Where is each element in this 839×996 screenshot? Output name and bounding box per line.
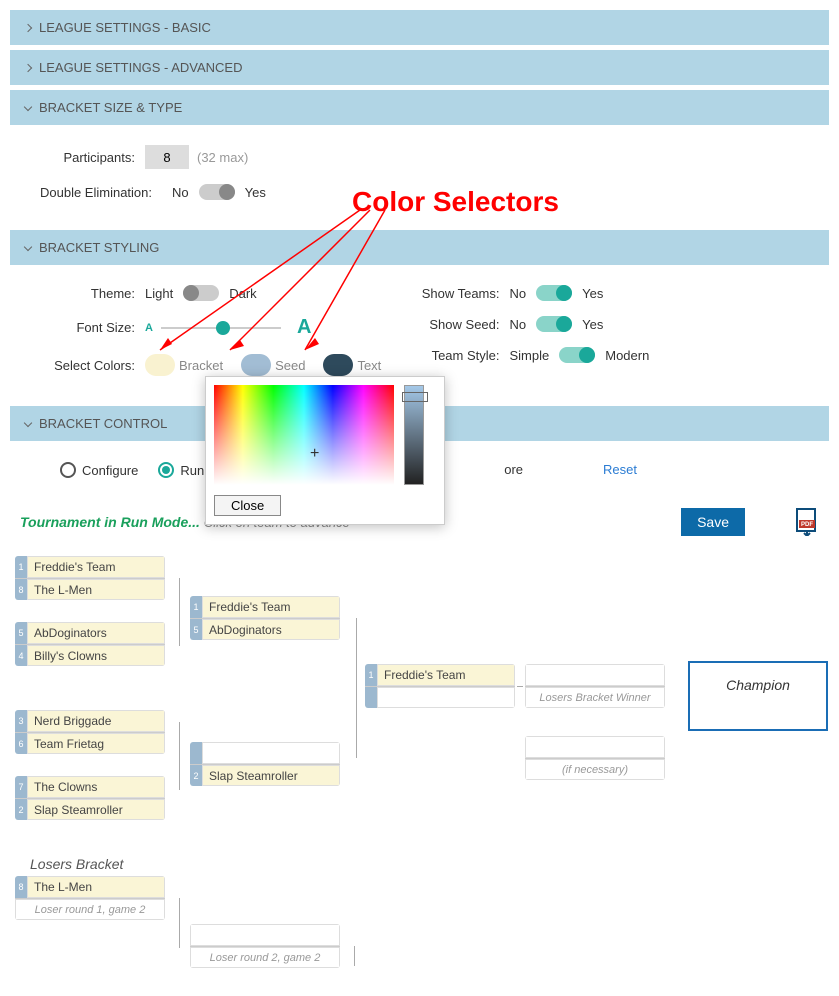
match[interactable]: 5AbDoginators 4Billy's Clowns [15,622,165,666]
panel-title: BRACKET CONTROL [39,416,167,431]
panel-title: BRACKET SIZE & TYPE [39,100,182,115]
color-canvas[interactable]: + [214,385,394,485]
double-elim-label: Double Elimination: [40,185,162,200]
pdf-export-icon[interactable]: PDF [795,508,819,536]
losers-round2: Loser round 2, game 2 [190,924,340,968]
show-seed-toggle[interactable] [536,316,572,332]
slider-thumb[interactable] [402,392,428,402]
bracket-area: 1Freddie's Team 8The L-Men 5AbDoginators… [10,536,829,986]
round1: 1Freddie's Team 8The L-Men 5AbDoginators… [15,556,165,820]
match[interactable]: 7The Clowns 2Slap Steamroller [15,776,165,820]
match[interactable]: 1Freddie's Team [365,664,515,708]
losers-bracket-label: Losers Bracket [30,856,123,872]
show-teams-toggle[interactable] [536,285,572,301]
chevron-down-icon [24,102,32,110]
round3: 1Freddie's Team [365,664,515,708]
opt-yes: Yes [582,286,603,301]
chevron-right-icon [24,23,32,31]
match[interactable]: 3Nerd Briggade 6Team Frietag [15,710,165,754]
theme-label: Theme: [40,286,145,301]
radio-more: ore [504,462,523,477]
opt-no: No [510,317,527,332]
radio-run[interactable]: Run [158,461,204,478]
team-style-label: Team Style: [420,348,510,363]
round2: 1Freddie's Team 5AbDoginators 2Slap Stea… [190,596,340,786]
opt-modern: Modern [605,348,649,363]
panel-title: LEAGUE SETTINGS - BASIC [39,20,211,35]
opt-yes: Yes [582,317,603,332]
match[interactable]: 8The L-Men Loser round 1, game 2 [15,876,165,920]
select-colors-label: Select Colors: [40,358,145,373]
match[interactable]: 2Slap Steamroller [190,742,340,786]
chevron-right-icon [24,63,32,71]
crosshair-icon: + [310,445,319,463]
participants-hint: (32 max) [197,150,248,165]
team-style-toggle[interactable] [559,347,595,363]
participants-input[interactable] [145,145,189,169]
opt-no: No [510,286,527,301]
status-main: Tournament in Run Mode... [20,514,200,530]
show-teams-label: Show Teams: [420,286,510,301]
font-size-label: Font Size: [40,320,145,335]
save-button[interactable]: Save [681,508,745,536]
color-picker-popup: + Close [205,376,445,525]
finals: Losers Bracket Winner (if necessary) [525,664,665,780]
svg-text:PDF: PDF [801,522,813,528]
panel-title: BRACKET STYLING [39,240,159,255]
panel-bracket-styling[interactable]: BRACKET STYLING [10,230,829,265]
opt-simple: Simple [510,348,550,363]
panel-league-advanced[interactable]: LEAGUE SETTINGS - ADVANCED [10,50,829,85]
match[interactable]: Losers Bracket Winner [525,664,665,708]
double-elim-toggle[interactable] [199,184,235,200]
opt-no: No [172,185,189,200]
champion-box: Champion [688,661,828,731]
panel-league-basic[interactable]: LEAGUE SETTINGS - BASIC [10,10,829,45]
panel-title: LEAGUE SETTINGS - ADVANCED [39,60,242,75]
participants-label: Participants: [40,150,145,165]
show-seed-label: Show Seed: [420,317,510,332]
colorpicker-close-button[interactable]: Close [214,495,281,516]
match[interactable]: 1Freddie's Team 5AbDoginators [190,596,340,640]
annotation-arrow-3 [295,210,415,370]
losers-round1: 8The L-Men Loser round 1, game 2 [15,876,165,920]
match[interactable]: (if necessary) [525,736,665,780]
chevron-down-icon [24,418,32,426]
match[interactable]: Loser round 2, game 2 [190,924,340,968]
match[interactable]: 1Freddie's Team 8The L-Men [15,556,165,600]
radio-configure[interactable]: Configure [60,461,138,478]
panel-bracket-size[interactable]: BRACKET SIZE & TYPE [10,90,829,125]
chevron-down-icon [24,242,32,250]
reset-link[interactable]: Reset [603,462,637,477]
opt-yes: Yes [245,185,266,200]
color-brightness-slider[interactable] [404,385,424,485]
